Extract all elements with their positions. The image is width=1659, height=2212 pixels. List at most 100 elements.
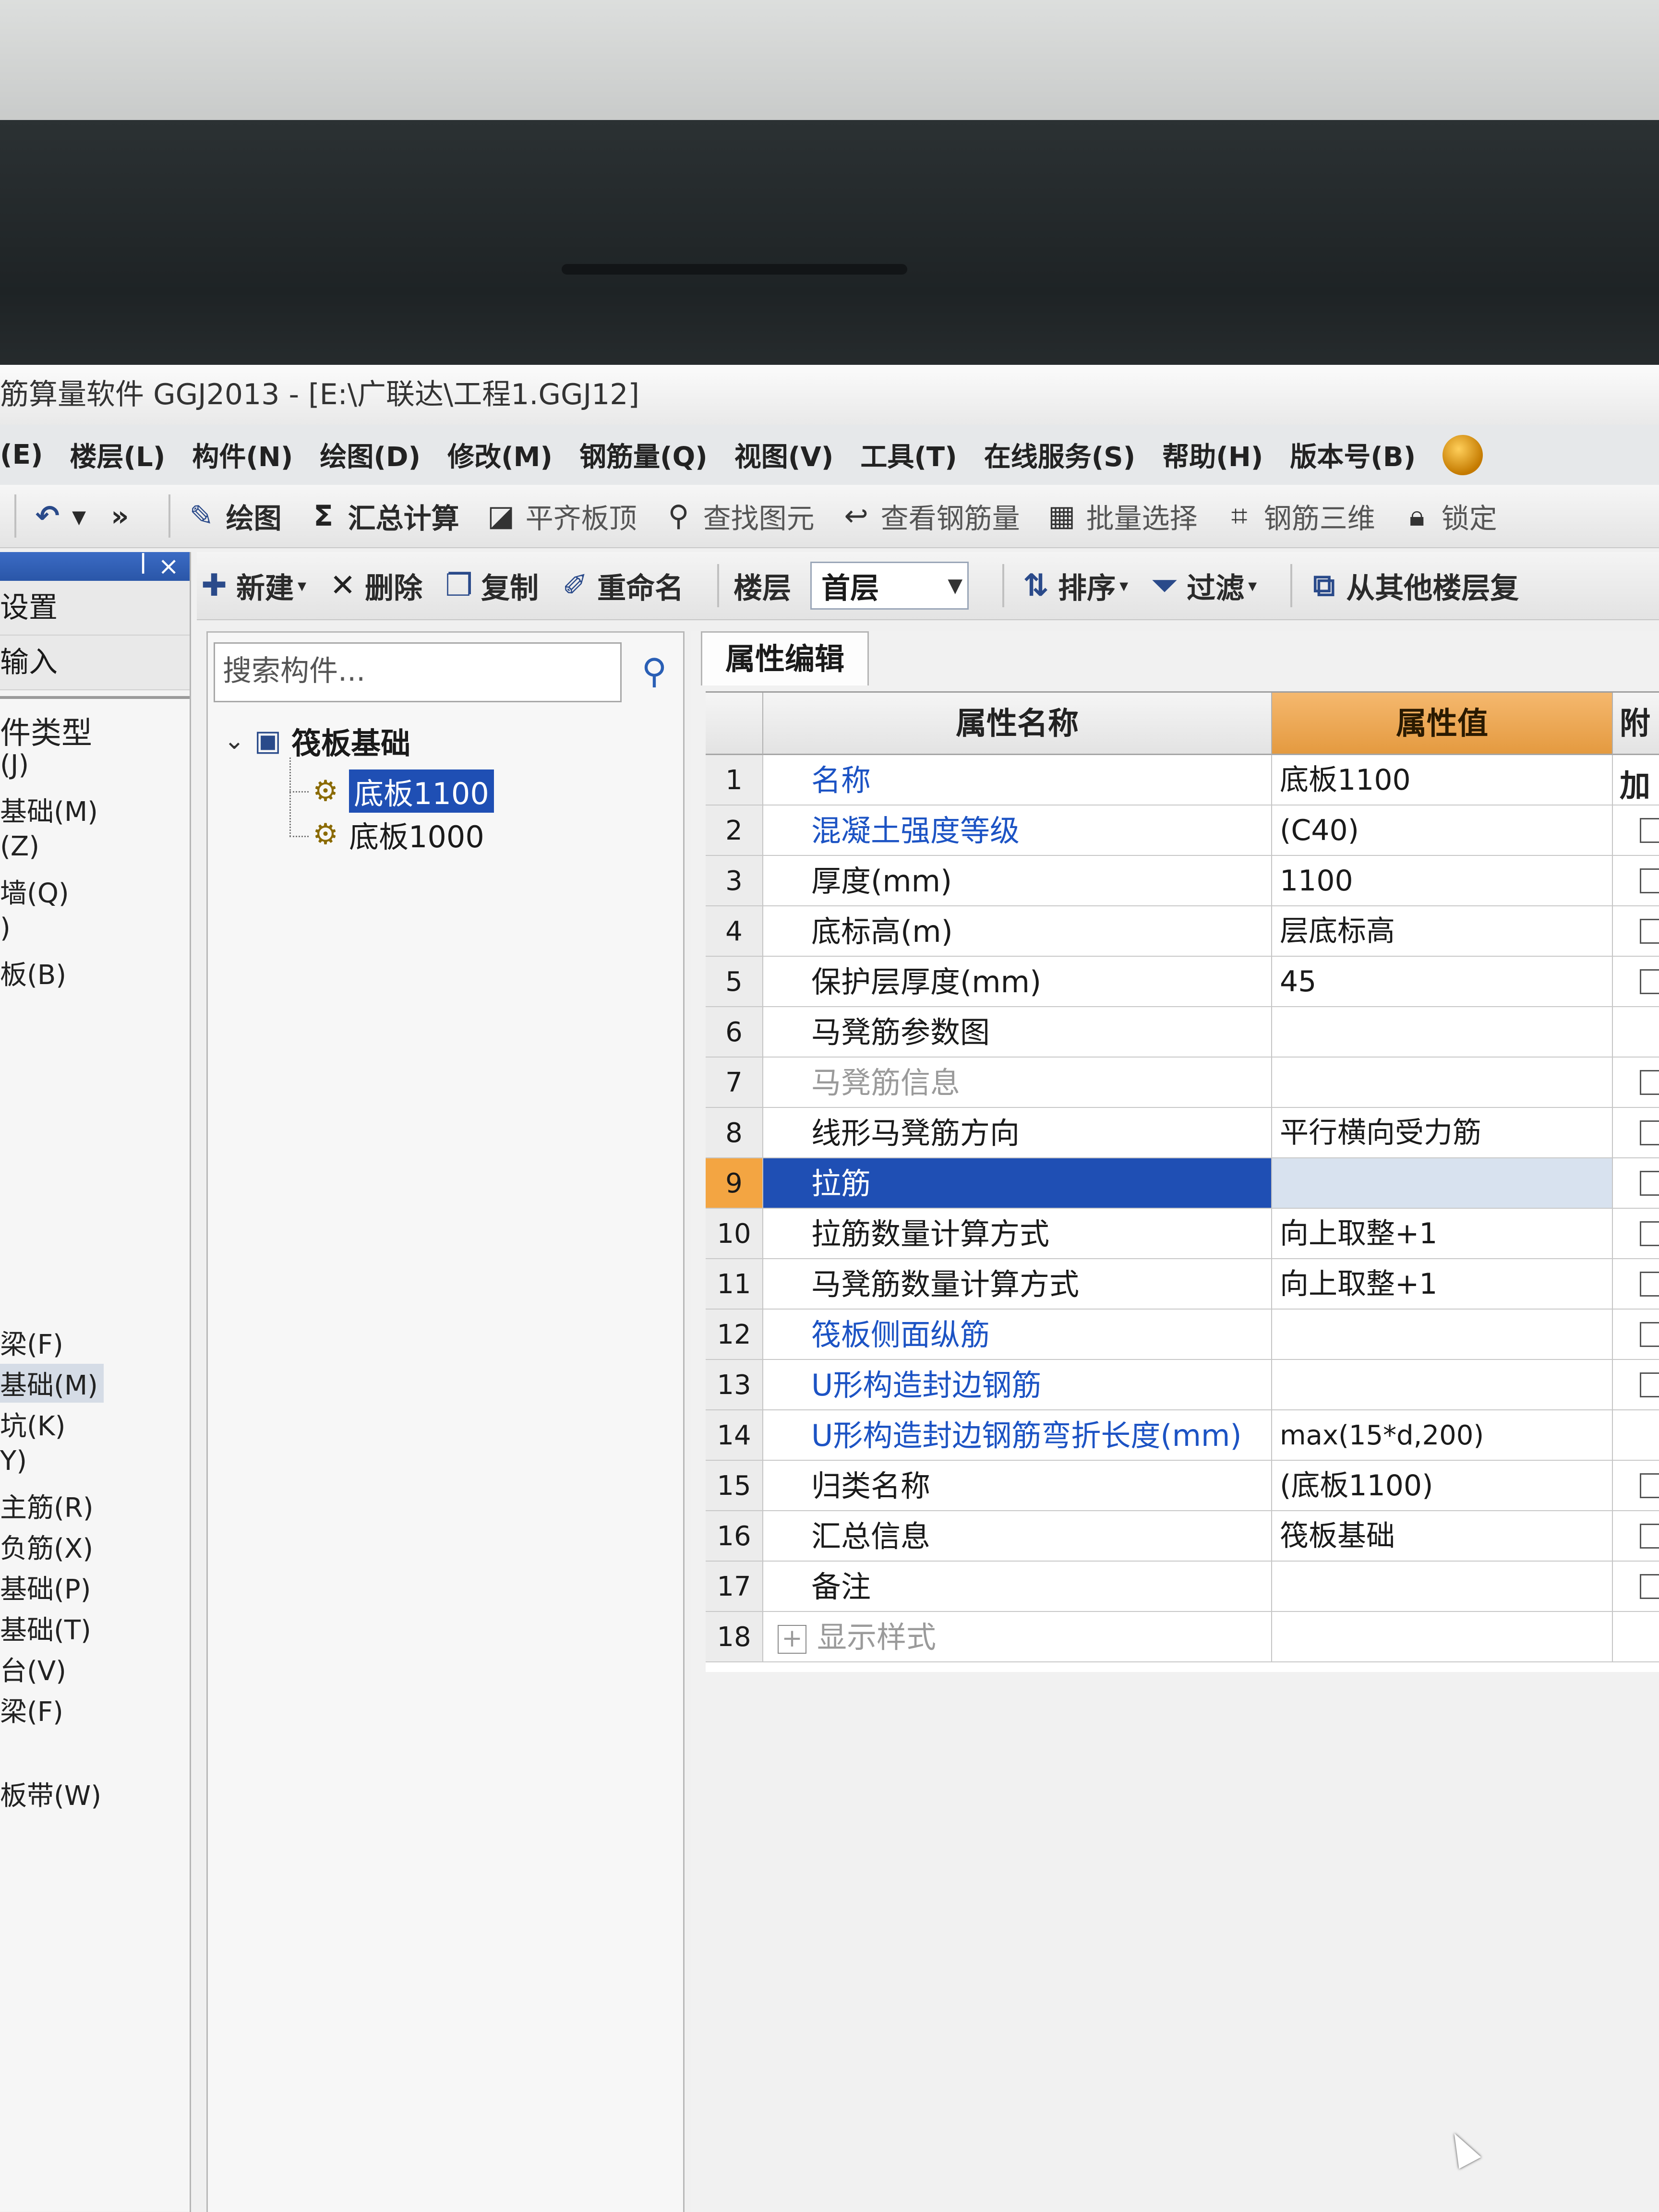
- property-value[interactable]: 底板1100: [1272, 755, 1613, 805]
- table-row[interactable]: 7 马凳筋信息: [706, 1058, 1659, 1108]
- table-row[interactable]: 12 筏板侧面纵筋: [706, 1310, 1659, 1360]
- extra-checkbox[interactable]: [1640, 919, 1659, 944]
- extra-checkbox[interactable]: [1640, 1473, 1659, 1498]
- list-item[interactable]: ): [0, 913, 11, 944]
- draw-button[interactable]: ✎ 绘图: [185, 496, 281, 536]
- new-button[interactable]: ✚ 新建 ▾: [197, 565, 306, 607]
- delete-button[interactable]: ✕ 删除: [325, 565, 422, 607]
- header-property-value[interactable]: 属性值: [1272, 693, 1613, 755]
- online-globe-icon[interactable]: [1443, 434, 1483, 475]
- property-value[interactable]: (C40): [1272, 805, 1613, 856]
- extra-checkbox[interactable]: [1640, 818, 1659, 843]
- close-icon[interactable]: ×: [158, 552, 179, 581]
- list-item[interactable]: (J): [0, 749, 29, 781]
- list-item[interactable]: Y): [0, 1445, 27, 1477]
- table-row[interactable]: 17 备注: [706, 1562, 1659, 1612]
- list-item[interactable]: 墙(Q): [0, 872, 69, 911]
- sort-button[interactable]: ⇅ 排序 ▾: [1019, 565, 1128, 607]
- list-item[interactable]: 梁(F): [0, 1323, 63, 1362]
- menu-view[interactable]: 视图(V): [734, 435, 834, 474]
- menu-version[interactable]: 版本号(B): [1290, 435, 1416, 474]
- chevron-down-icon[interactable]: ⌄: [217, 726, 251, 755]
- property-value[interactable]: [1272, 1562, 1613, 1612]
- list-item[interactable]: 梁(F): [0, 1690, 63, 1729]
- search-icon[interactable]: ⚲: [630, 647, 678, 695]
- menu-tools[interactable]: 工具(T): [860, 435, 957, 474]
- tab-property-edit[interactable]: 属性编辑: [701, 631, 869, 685]
- table-row[interactable]: 8 线形马凳筋方向 平行横向受力筋: [706, 1108, 1659, 1158]
- list-item[interactable]: 基础(M): [0, 790, 98, 829]
- table-row[interactable]: 4 底标高(m) 层底标高: [706, 906, 1659, 957]
- property-value[interactable]: max(15*d,200): [1272, 1410, 1613, 1461]
- tree-node[interactable]: ⚙ 底板1000: [309, 815, 484, 854]
- extra-checkbox[interactable]: [1640, 1070, 1659, 1095]
- property-value[interactable]: 向上取整+1: [1272, 1259, 1613, 1310]
- extra-checkbox[interactable]: [1640, 1272, 1659, 1297]
- menu-draw[interactable]: 绘图(D): [320, 435, 421, 474]
- property-value[interactable]: 层底标高: [1272, 906, 1613, 957]
- list-item[interactable]: 坑(K): [0, 1405, 65, 1443]
- batch-select-button[interactable]: ▦ 批量选择: [1045, 496, 1197, 536]
- flush-slab-top-button[interactable]: ◪ 平齐板顶: [484, 496, 637, 536]
- property-value[interactable]: 平行横向受力筋: [1272, 1108, 1613, 1158]
- table-row[interactable]: 6 马凳筋参数图: [706, 1007, 1659, 1058]
- menu-modify[interactable]: 修改(M): [447, 435, 553, 474]
- header-extra[interactable]: 附加: [1613, 693, 1659, 804]
- extra-checkbox[interactable]: [1640, 1524, 1659, 1549]
- sum-calc-button[interactable]: Σ 汇总计算: [307, 496, 459, 536]
- find-element-button[interactable]: ⚲ 查找图元: [662, 496, 815, 536]
- table-row[interactable]: 16 汇总信息 筏板基础: [706, 1511, 1659, 1562]
- table-row-selected[interactable]: 9 拉筋: [706, 1158, 1659, 1209]
- extra-checkbox[interactable]: [1640, 1574, 1659, 1599]
- list-item-selected[interactable]: 基础(M): [0, 1364, 104, 1403]
- nav-tab-input[interactable]: 输入: [0, 636, 190, 690]
- list-item[interactable]: 基础(T): [0, 1609, 91, 1647]
- view-rebar-button[interactable]: ↩ 查看钢筋量: [840, 496, 1020, 536]
- menu-help[interactable]: 帮助(H): [1162, 435, 1263, 474]
- pin-icon[interactable]: ꟾ: [140, 553, 146, 579]
- property-value[interactable]: 1100: [1272, 856, 1613, 906]
- extra-checkbox[interactable]: [1640, 969, 1659, 994]
- nav-tab-settings[interactable]: 设置: [0, 581, 190, 636]
- list-item[interactable]: (Z): [0, 831, 39, 862]
- list-item[interactable]: 负筋(X): [0, 1527, 93, 1566]
- rebar-3d-button[interactable]: ⌗ 钢筋三维: [1223, 496, 1375, 536]
- property-value[interactable]: 筏板基础: [1272, 1511, 1613, 1562]
- expand-icon[interactable]: +: [778, 1624, 806, 1654]
- extra-checkbox[interactable]: [1640, 868, 1659, 893]
- property-value[interactable]: [1272, 1058, 1613, 1108]
- property-value[interactable]: [1272, 1158, 1613, 1209]
- extra-checkbox[interactable]: [1640, 1372, 1659, 1397]
- tree-node-root[interactable]: ⌄ ▣ 筏板基础: [217, 719, 410, 762]
- property-value[interactable]: [1272, 1310, 1613, 1360]
- table-row[interactable]: 1 名称 底板1100: [706, 755, 1659, 805]
- search-input[interactable]: 搜索构件...: [214, 642, 622, 702]
- menu-online[interactable]: 在线服务(S): [984, 435, 1136, 474]
- menu-edit[interactable]: (E): [0, 439, 43, 470]
- table-row[interactable]: 14 U形构造封边钢筋弯折长度(mm) max(15*d,200): [706, 1410, 1659, 1461]
- list-item[interactable]: 主筋(R): [0, 1486, 94, 1525]
- menu-component[interactable]: 构件(N): [192, 435, 293, 474]
- copy-from-other-floor-button[interactable]: ⧉ 从其他楼层复: [1307, 565, 1519, 607]
- property-value[interactable]: 45: [1272, 957, 1613, 1007]
- property-value[interactable]: [1272, 1612, 1613, 1662]
- property-value[interactable]: 向上取整+1: [1272, 1209, 1613, 1259]
- copy-button[interactable]: ❐ 复制: [442, 565, 539, 607]
- table-row[interactable]: 3 厚度(mm) 1100: [706, 856, 1659, 906]
- header-property-name[interactable]: 属性名称: [763, 693, 1272, 755]
- extra-checkbox[interactable]: [1640, 1221, 1659, 1246]
- undo-button[interactable]: ↶ ▾: [31, 499, 86, 533]
- menu-rebar[interactable]: 钢筋量(Q): [579, 435, 708, 474]
- lock-button[interactable]: 🔒︎ 锁定: [1400, 496, 1497, 536]
- extra-checkbox[interactable]: [1640, 1120, 1659, 1145]
- list-item[interactable]: 板带(W): [0, 1774, 101, 1813]
- menu-floor[interactable]: 楼层(L): [70, 435, 165, 474]
- extra-checkbox[interactable]: [1640, 1171, 1659, 1196]
- table-row[interactable]: 10 拉筋数量计算方式 向上取整+1: [706, 1209, 1659, 1259]
- property-value[interactable]: (底板1100): [1272, 1461, 1613, 1511]
- list-item[interactable]: 件类型: [0, 709, 92, 753]
- filter-button[interactable]: ⏷ 过滤 ▾: [1147, 565, 1257, 607]
- table-row[interactable]: 11 马凳筋数量计算方式 向上取整+1: [706, 1259, 1659, 1310]
- table-row[interactable]: 13 U形构造封边钢筋: [706, 1360, 1659, 1410]
- extra-checkbox[interactable]: [1640, 1322, 1659, 1347]
